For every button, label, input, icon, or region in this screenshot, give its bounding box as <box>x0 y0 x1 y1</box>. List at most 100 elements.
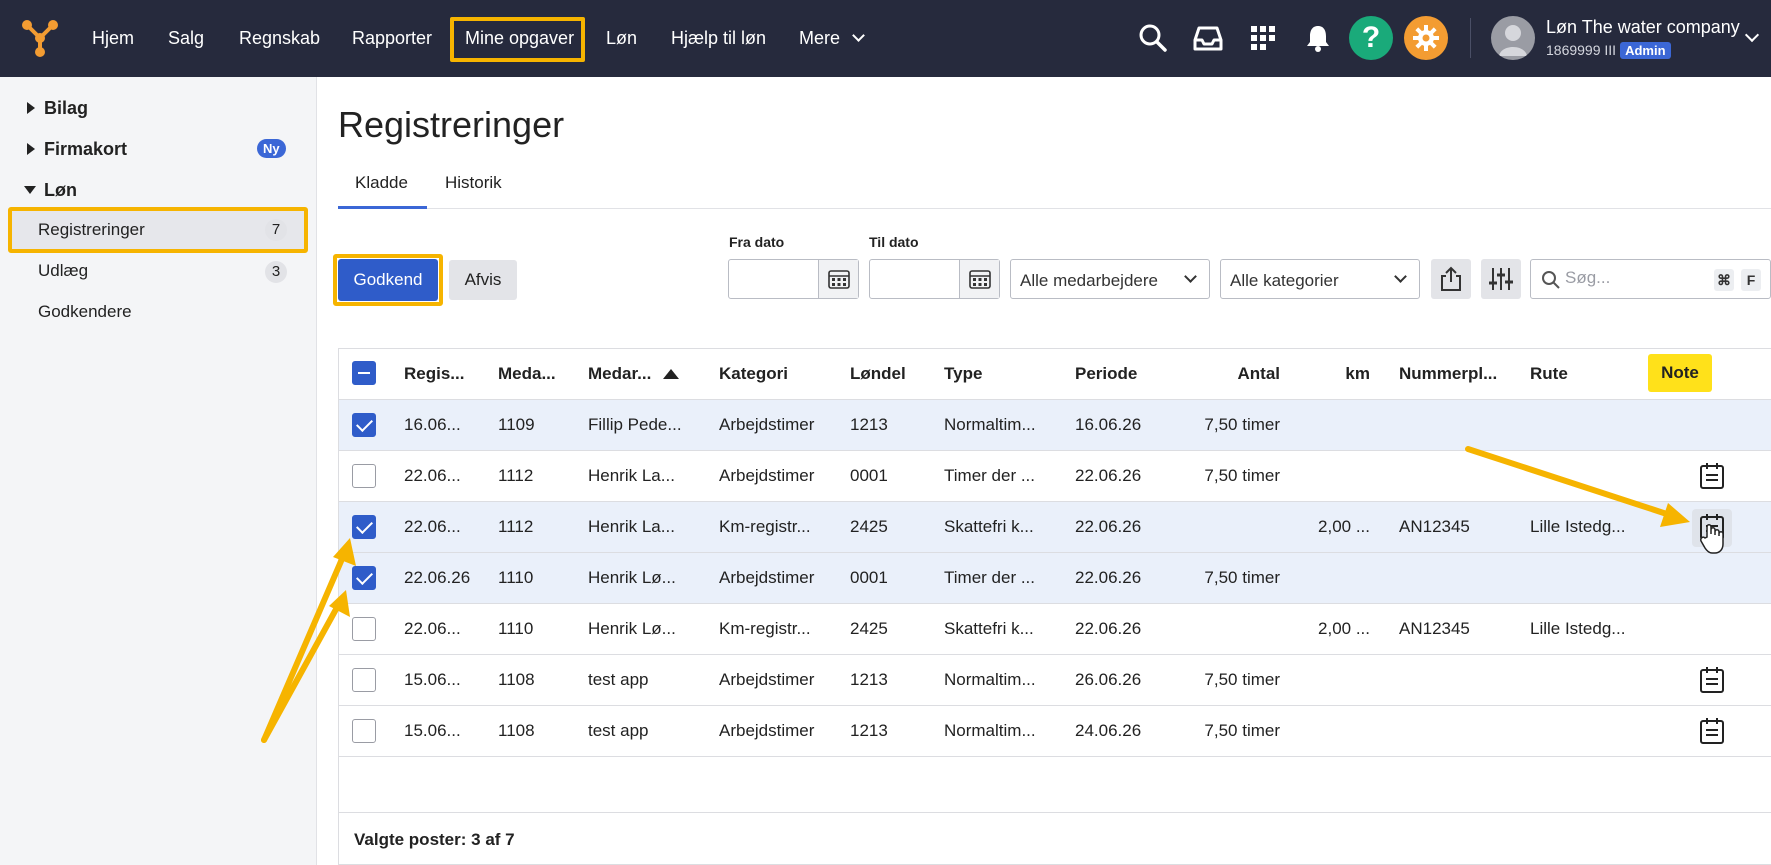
sidebar-group-lon[interactable]: Løn <box>24 180 77 201</box>
avatar[interactable] <box>1491 16 1535 60</box>
search-icon[interactable] <box>1135 20 1171 56</box>
cell-type: Timer der ... <box>944 568 1035 587</box>
tabs-divider <box>338 208 1771 209</box>
chevron-down-icon <box>852 29 865 42</box>
search-field[interactable]: ⌘ F <box>1530 259 1771 299</box>
column-header-periode[interactable]: Periode <box>1075 364 1137 384</box>
tab-kladde[interactable]: Kladde <box>355 173 408 193</box>
user-menu-chevron-icon[interactable] <box>1744 27 1760 43</box>
nav-item-mere[interactable]: Mere <box>799 26 865 50</box>
sidebar-group-firmakort[interactable]: Firmakort <box>27 139 127 160</box>
cell-category: Arbejdstimer <box>719 721 815 740</box>
user-account-number: 1869999 III <box>1546 42 1617 58</box>
cell-category: Km-registr... <box>719 619 811 638</box>
column-header-londel[interactable]: Løndel <box>850 364 906 384</box>
approve-button[interactable]: Godkend <box>338 259 438 301</box>
select-all-checkbox[interactable] <box>352 361 376 385</box>
row-checkbox[interactable] <box>352 566 376 590</box>
cell-period: 22.06.26 <box>1075 517 1142 536</box>
column-header-registreret[interactable]: Regis... <box>404 364 464 384</box>
employee-select[interactable]: Alle medarbejdere <box>1010 259 1210 299</box>
nav-item-mine-opgaver[interactable]: Mine opgaver <box>465 26 574 50</box>
gear-icon[interactable] <box>1404 16 1448 60</box>
nav-item-hjaelp-til-lon[interactable]: Hjælp til løn <box>671 26 766 50</box>
shortcut-cmd-key: ⌘ <box>1714 269 1734 291</box>
calendar-icon[interactable] <box>818 260 858 298</box>
cell-type: Normaltim... <box>944 670 1036 689</box>
cell-part: 1213 <box>850 670 888 689</box>
gear-glyph <box>1413 25 1439 51</box>
cell-category: Arbejdstimer <box>719 670 815 689</box>
sidebar-group-bilag[interactable]: Bilag <box>27 98 88 119</box>
cell-amount: 7,50 timer <box>1204 670 1280 689</box>
cell-emp-no: 1108 <box>498 670 535 689</box>
nav-item-rapporter[interactable]: Rapporter <box>352 26 432 50</box>
count-badge: 3 <box>265 261 287 283</box>
export-button[interactable] <box>1431 259 1471 299</box>
chevron-down-icon <box>1394 270 1407 283</box>
inbox-icon[interactable] <box>1190 20 1226 56</box>
nav-item-lon[interactable]: Løn <box>606 26 637 50</box>
app-logo-icon[interactable] <box>20 19 60 57</box>
note-icon[interactable] <box>1699 717 1725 745</box>
note-icon[interactable] <box>1699 462 1725 490</box>
cell-emp-no: 1108 <box>498 721 535 740</box>
column-header-medarbejder[interactable]: Medar... <box>588 364 680 384</box>
cell-date: 15.06... <box>404 721 461 740</box>
cell-period: 22.06.26 <box>1075 619 1142 638</box>
cell-name: Henrik Lø... <box>588 619 676 638</box>
row-checkbox[interactable] <box>352 668 376 692</box>
cell-plate: AN12345 <box>1399 619 1470 638</box>
column-header-type[interactable]: Type <box>944 364 982 384</box>
user-company-name[interactable]: Løn The water company <box>1546 17 1740 38</box>
row-checkbox[interactable] <box>352 464 376 488</box>
search-input[interactable] <box>1565 268 1705 288</box>
from-date-input[interactable] <box>728 259 859 299</box>
cell-amount: 7,50 timer <box>1204 466 1280 485</box>
category-select-value: Alle kategorier <box>1230 271 1339 290</box>
row-checkbox[interactable] <box>352 413 376 437</box>
column-header-medarbejdernr[interactable]: Meda... <box>498 364 556 384</box>
nav-item-salg[interactable]: Salg <box>168 26 204 50</box>
column-header-note[interactable]: Note <box>1648 354 1712 392</box>
caret-right-icon <box>27 102 35 114</box>
cell-name: test app <box>588 670 649 689</box>
column-header-rute[interactable]: Rute <box>1530 364 1568 384</box>
to-date-input[interactable] <box>869 259 1000 299</box>
category-select[interactable]: Alle kategorier <box>1220 259 1420 299</box>
note-icon[interactable] <box>1699 513 1725 541</box>
help-symbol: ? <box>1361 21 1381 54</box>
cell-type: Normaltim... <box>944 415 1036 434</box>
apps-grid-icon[interactable] <box>1245 20 1281 56</box>
bell-icon[interactable] <box>1300 20 1336 56</box>
reject-button[interactable]: Afvis <box>449 260 517 300</box>
from-date-label: Fra dato <box>729 234 785 250</box>
column-settings-button[interactable] <box>1481 259 1521 299</box>
cell-part: 2425 <box>850 517 888 536</box>
nav-item-regnskab[interactable]: Regnskab <box>239 26 320 50</box>
topbar-divider <box>1470 18 1471 58</box>
cell-date: 22.06.26 <box>404 568 471 587</box>
column-header-km[interactable]: km <box>1300 364 1370 384</box>
column-header-antal[interactable]: Antal <box>1206 364 1281 384</box>
employee-select-value: Alle medarbejdere <box>1020 271 1158 290</box>
count-badge: 7 <box>265 219 287 241</box>
row-checkbox[interactable] <box>352 719 376 743</box>
sidebar-item-godkendere[interactable]: Godkendere <box>38 302 132 322</box>
note-icon[interactable] <box>1699 666 1725 694</box>
column-header-nummerplade[interactable]: Nummerpl... <box>1399 364 1497 384</box>
page-title: Registreringer <box>338 104 565 145</box>
cell-name: Henrik Lø... <box>588 568 676 587</box>
row-checkbox[interactable] <box>352 617 376 641</box>
column-header-kategori[interactable]: Kategori <box>719 364 788 384</box>
row-checkbox[interactable] <box>352 515 376 539</box>
table-footer-divider <box>339 812 1771 813</box>
nav-item-hjem[interactable]: Hjem <box>92 26 134 50</box>
cell-date: 22.06... <box>404 466 461 485</box>
tab-historik[interactable]: Historik <box>445 173 502 193</box>
calendar-icon[interactable] <box>959 260 999 298</box>
cell-emp-no: 1109 <box>498 415 535 434</box>
help-icon[interactable]: ? <box>1349 16 1393 60</box>
sidebar-item-udlaeg[interactable]: Udlæg <box>38 261 88 281</box>
cell-type: Normaltim... <box>944 721 1036 740</box>
